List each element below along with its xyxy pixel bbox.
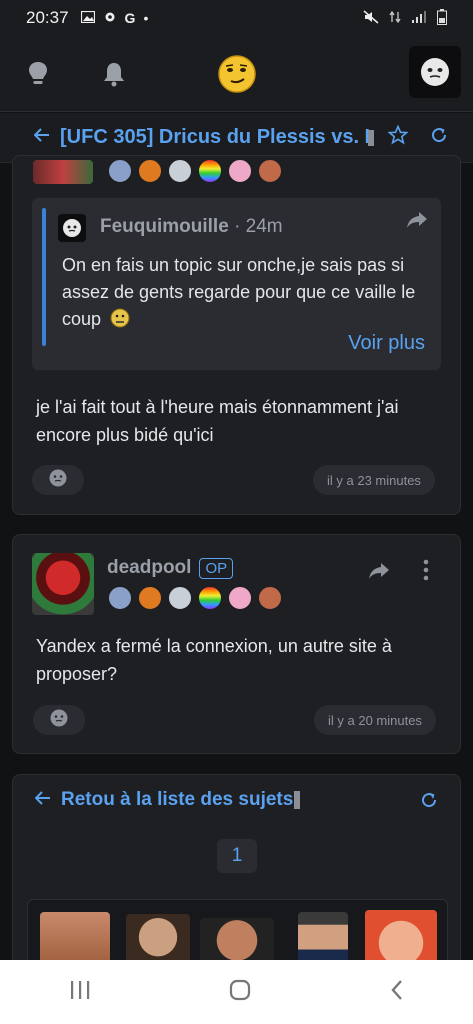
face2-badge-icon [257, 158, 283, 184]
google-icon: G [124, 10, 136, 26]
system-nav-bar [0, 960, 473, 1024]
user-avatar[interactable] [409, 46, 461, 98]
quote-author[interactable]: Feuquimouille [100, 216, 229, 237]
rooster-badge-icon [137, 158, 163, 184]
top-nav-bar [0, 36, 473, 112]
star-badge-icon [107, 585, 133, 611]
op-badge: OP [199, 557, 234, 579]
post-timestamp: il y a 23 minutes [313, 465, 435, 495]
face2-badge-icon [257, 585, 283, 611]
status-bar: 20:37 G • [0, 0, 473, 36]
back-to-list-label[interactable]: Retou à la liste des sujets [61, 789, 293, 811]
rainbow-badge-icon [197, 585, 223, 611]
quote-age: 24m [245, 216, 283, 237]
author-avatar[interactable] [33, 160, 93, 184]
status-time: 20:37 [26, 8, 69, 27]
refresh-icon[interactable] [430, 126, 448, 149]
badge-row [107, 158, 287, 184]
home-icon[interactable] [228, 978, 252, 1007]
smiley-logo-icon[interactable] [216, 53, 258, 95]
author-line: deadpool OP [107, 557, 234, 579]
quote-text: On en fais un topic sur onche,je sais pa… [62, 252, 432, 336]
badge-row [107, 585, 287, 611]
back-arrow-icon[interactable] [33, 128, 50, 147]
topic-title[interactable]: [UFC 305] Dricus du Plessis vs. Isr [60, 126, 372, 149]
notification-dot: • [143, 10, 149, 26]
settings-gear-icon [103, 10, 117, 27]
baby-badge-icon [227, 585, 253, 611]
share-icon[interactable] [367, 561, 391, 586]
thinking-smiley-icon [110, 308, 130, 336]
baby-badge-icon [227, 158, 253, 184]
share-icon[interactable] [405, 210, 429, 235]
star-icon[interactable] [387, 124, 409, 150]
quote-bar [42, 208, 46, 346]
recent-apps-icon[interactable] [68, 979, 92, 1006]
mute-icon [363, 9, 379, 27]
face-badge-icon [167, 585, 193, 611]
signal-icon [411, 10, 427, 27]
topic-footer-card: Retou à la liste des sujets 1 [12, 774, 461, 975]
quoted-post[interactable]: Feuquimouille · 24m On en fais un topic … [32, 198, 441, 370]
gallery-icon [80, 10, 95, 26]
reaction-button[interactable] [33, 705, 85, 735]
refresh-icon[interactable] [420, 791, 438, 814]
post-author[interactable]: deadpool [107, 557, 191, 579]
quote-separator: · [234, 216, 241, 237]
reaction-smiley-icon [49, 708, 69, 733]
back-nav-icon[interactable] [389, 978, 405, 1007]
rooster-badge-icon [137, 585, 163, 611]
back-arrow-icon[interactable] [34, 790, 51, 810]
back-to-list[interactable]: Retou à la liste des sujets [34, 789, 301, 811]
page-number-button[interactable]: 1 [217, 839, 257, 873]
text-cursor [368, 129, 374, 146]
more-vertical-icon[interactable] [423, 559, 429, 586]
battery-icon [437, 8, 447, 28]
post-body: Yandex a fermé la connexion, un autre si… [36, 636, 392, 684]
lightbulb-icon[interactable] [18, 54, 58, 94]
rainbow-badge-icon [197, 158, 223, 184]
face-badge-icon [167, 158, 193, 184]
reaction-button[interactable] [32, 465, 84, 495]
bell-icon[interactable] [94, 54, 134, 94]
quote-author-line: Feuquimouille · 24m [100, 216, 283, 238]
post-timestamp: il y a 20 minutes [314, 705, 436, 735]
star-badge-icon [107, 158, 133, 184]
reaction-smiley-icon [48, 468, 68, 493]
quote-author-avatar[interactable] [58, 214, 86, 242]
post-card-deadpool: deadpool OP Yandex a fermé la connexion,… [12, 534, 461, 754]
text-cursor [294, 791, 301, 809]
post-body: je l'ai fait tout à l'heure mais étonnam… [36, 397, 399, 445]
voir-plus-link[interactable]: Voir plus [348, 332, 425, 355]
deadpool-avatar[interactable] [32, 553, 94, 615]
data-arrows-icon [389, 10, 401, 27]
